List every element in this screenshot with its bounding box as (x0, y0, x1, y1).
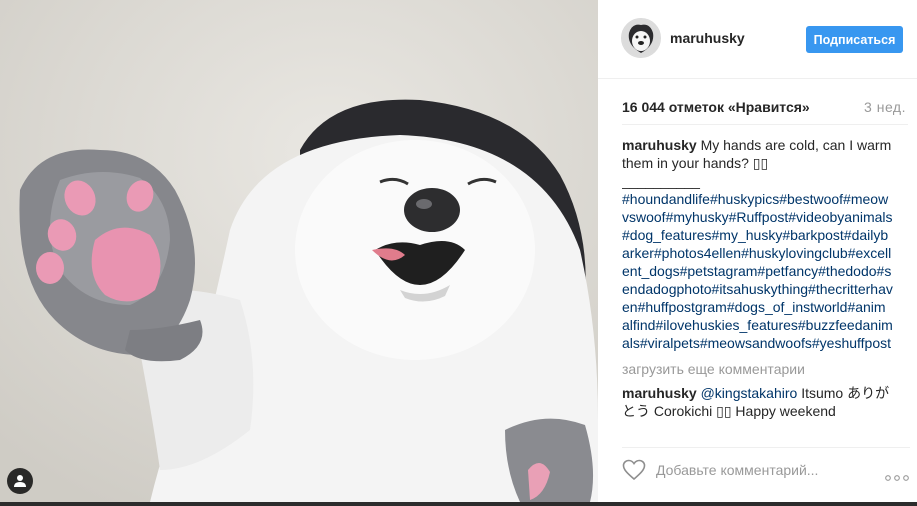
more-options-button[interactable] (884, 468, 910, 486)
instagram-post-view: maruhusky Подписаться 16 044 отметок «Нр… (0, 0, 917, 506)
follow-button[interactable]: Подписаться (806, 26, 903, 53)
post-sidebar: maruhusky Подписаться 16 044 отметок «Нр… (598, 0, 917, 502)
caption-separator: __________ (622, 173, 700, 189)
add-comment-row (622, 447, 910, 488)
person-icon (14, 475, 26, 487)
reply-username[interactable]: maruhusky (622, 385, 697, 401)
post-time[interactable]: 3 нед. (864, 99, 906, 115)
heart-icon (622, 459, 646, 481)
caption-comment: maruhusky My hands are cold, can I warm … (622, 136, 893, 352)
reply-mention[interactable]: @kingstakahiro (701, 385, 798, 401)
divider (622, 124, 908, 125)
reply-comment: maruhusky @kingstakahiro Itsumo ありがとう Co… (622, 384, 893, 420)
husky-photo-illustration (0, 0, 598, 502)
user-tag-button[interactable] (7, 468, 33, 494)
husky-avatar-icon (622, 19, 660, 57)
caption-username[interactable]: maruhusky (622, 137, 697, 153)
bottom-strip (0, 502, 917, 506)
load-more-comments-link[interactable]: загрузить еще комментарии (622, 360, 893, 378)
caption-hashtags[interactable]: #houndandlife#huskypics#bestwoof#meowvsw… (622, 191, 893, 351)
username-link[interactable]: maruhusky (670, 30, 745, 46)
comments-list[interactable]: maruhusky My hands are cold, can I warm … (622, 136, 893, 436)
post-header: maruhusky Подписаться (598, 0, 917, 79)
comment-input[interactable] (656, 460, 856, 480)
likes-count[interactable]: 16 044 отметок «Нравится» (622, 99, 810, 115)
more-options-icon (885, 475, 909, 481)
like-button[interactable] (622, 459, 646, 486)
avatar[interactable] (621, 18, 661, 58)
likes-row: 16 044 отметок «Нравится» 3 нед. (622, 99, 912, 119)
post-photo[interactable] (0, 0, 598, 502)
